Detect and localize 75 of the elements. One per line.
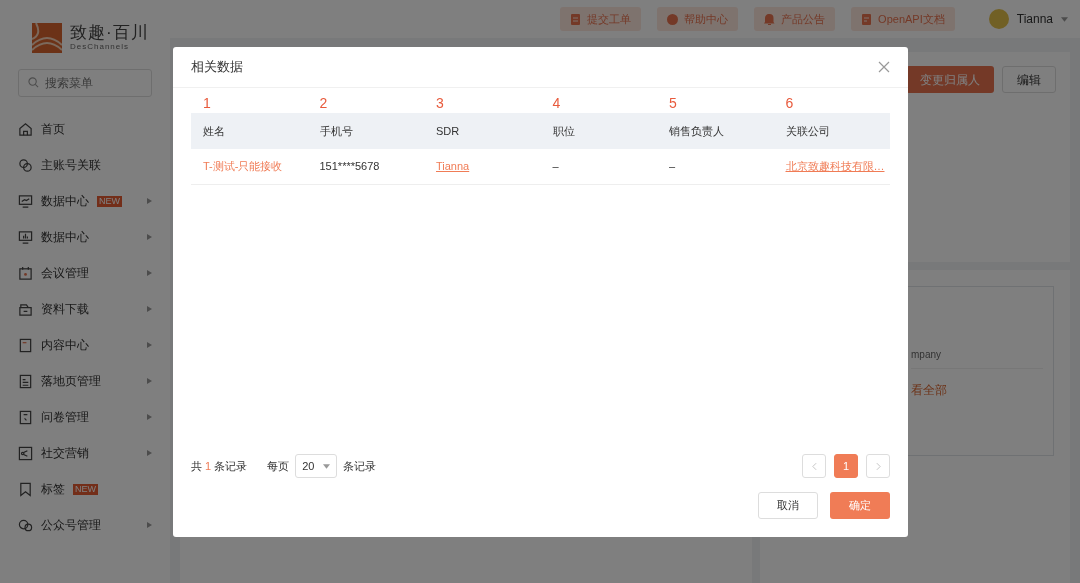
search-icon: [28, 77, 39, 88]
previous-page-button[interactable]: [802, 454, 826, 478]
table-link[interactable]: Tianna: [436, 160, 470, 173]
page-icon: [18, 373, 33, 389]
chevron-right-icon: [875, 461, 881, 471]
annotation-number: 4: [551, 95, 561, 111]
chevron-left-icon: [811, 461, 817, 471]
column-header: 姓名: [202, 123, 226, 139]
table-cell: –: [669, 160, 676, 173]
sidebar-item[interactable]: 内容中心: [0, 327, 170, 363]
sidebar-item[interactable]: 主账号关联: [0, 147, 170, 183]
chat-icon: [18, 517, 33, 533]
field-label: mpany: [911, 347, 1043, 369]
sidebar-item[interactable]: 问卷管理: [0, 399, 170, 435]
column-header: 手机号: [318, 123, 354, 139]
annotation-number: 1: [202, 95, 211, 111]
caret-icon[interactable]: [1061, 16, 1068, 22]
sidebar-item[interactable]: 会议管理: [0, 255, 170, 291]
sidebar-item[interactable]: 数据中心: [0, 219, 170, 255]
annotation-number: 3: [435, 95, 444, 111]
sidebar-item[interactable]: 落地页管理: [0, 363, 170, 399]
new-badge: NEW: [97, 195, 122, 207]
page-size-label: 每页: [267, 458, 290, 474]
search-field[interactable]: 搜索菜单: [18, 69, 152, 97]
document-icon: [18, 337, 33, 353]
help-icon: [667, 13, 679, 25]
home-icon: [18, 121, 33, 137]
avatar: [988, 9, 1009, 29]
user-name[interactable]: Tianna: [1016, 10, 1053, 28]
logo-text: 致趣·百川: [70, 23, 149, 41]
sidebar-item[interactable]: 资料下载: [0, 291, 170, 327]
monitor-icon: [18, 193, 33, 209]
confirm-button[interactable]: 确定: [830, 492, 890, 519]
bookmark-icon: [18, 481, 33, 497]
table-cell: T-测试-只能接收: [203, 160, 283, 173]
column-header: 关联公司: [784, 123, 831, 139]
new-badge: NEW: [73, 483, 98, 495]
link-icon: [18, 157, 33, 173]
annotation-number: 2: [318, 95, 328, 111]
logo-icon: [32, 23, 62, 53]
column-header: SDR: [435, 123, 461, 139]
bell-icon: [764, 13, 776, 25]
annotation-number: 5: [668, 95, 677, 111]
view-all-link[interactable]: 看全部: [911, 369, 1043, 399]
sidebar-item[interactable]: 数据中心 NEW: [0, 183, 170, 219]
close-icon: [878, 61, 890, 73]
action-button[interactable]: 编辑: [1002, 66, 1056, 93]
calendar-icon: [18, 265, 33, 281]
record-count: 共 1 条记录: [191, 458, 248, 474]
chart-icon: [18, 229, 33, 245]
table-cell: 151****5678: [319, 160, 380, 173]
sidebar-item[interactable]: 标签 NEW: [0, 471, 170, 507]
page-size-select[interactable]: 20: [295, 454, 338, 478]
cancel-button[interactable]: 取消: [758, 492, 818, 519]
page-size-suffix: 条记录: [343, 458, 377, 474]
share-icon: [18, 445, 33, 461]
sidebar-item[interactable]: 公众号管理: [0, 507, 170, 543]
next-page-button[interactable]: [866, 454, 890, 478]
logo-tagline: DesChannels: [70, 41, 131, 53]
sidebar-item[interactable]: 社交营销: [0, 435, 170, 471]
caret-icon: [323, 463, 331, 469]
column-header: 职位: [551, 123, 576, 139]
page-button[interactable]: 1: [834, 454, 858, 478]
close-button[interactable]: [878, 61, 890, 73]
folder-icon: [18, 301, 33, 317]
form-icon: [18, 409, 33, 425]
table-link[interactable]: 北京致趣科技有限…: [785, 160, 885, 173]
action-button[interactable]: 变更归属人: [906, 66, 994, 93]
table-cell: –: [552, 160, 559, 173]
modal-title: 相关数据: [191, 58, 243, 77]
sidebar-item[interactable]: 首页: [0, 111, 170, 147]
column-header: 销售负责人: [668, 123, 725, 139]
annotation-number: 6: [784, 95, 794, 111]
document-icon: [861, 13, 873, 25]
ticket-icon: [570, 13, 582, 25]
